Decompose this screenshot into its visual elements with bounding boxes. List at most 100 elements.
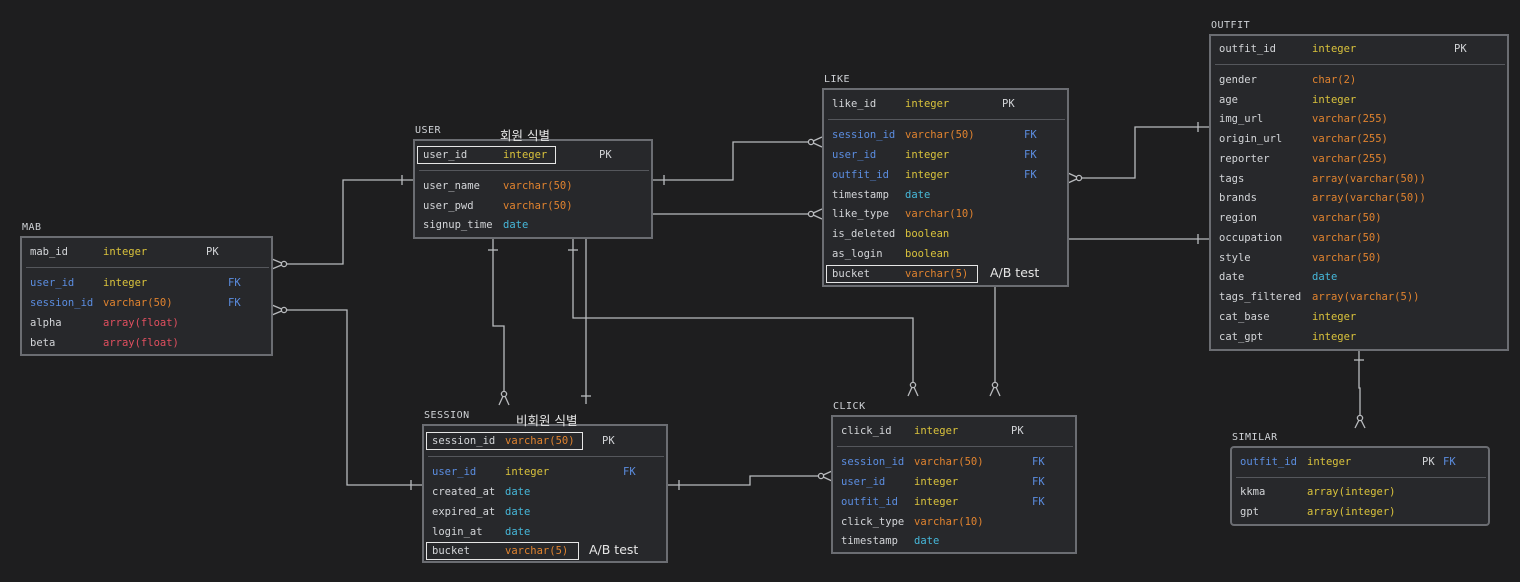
column-type: array(float) [103,337,179,349]
column-name: style [1219,252,1251,264]
column-type: varchar(50) [914,456,984,468]
column-name: user_id [432,466,477,478]
column-name: origin_url [1219,133,1283,145]
table-title: MAB [22,222,42,233]
column-name: gender [1219,74,1257,86]
table-body: outfit_id integer PK FK kkma array(integ… [1230,446,1490,526]
column-name: beta [30,337,56,349]
column-type: varchar(255) [1312,133,1388,145]
column-name: signup_time [423,219,493,231]
key-badge: FK [1032,456,1045,468]
column-name: session_id [832,129,896,141]
divider [828,119,1065,120]
key-badge: FK [228,277,241,289]
column-name: region [1219,212,1257,224]
column-name: timestamp [841,535,898,547]
column-name: age [1219,94,1238,106]
column-type: char(2) [1312,74,1357,86]
column-name: cat_gpt [1219,331,1264,343]
column-type: varchar(50) [1312,252,1382,264]
column-name: user_name [423,180,480,192]
column-name: date [1219,271,1245,283]
table-title: LIKE [824,74,851,85]
divider [26,267,269,268]
column-type: integer [505,466,550,478]
note-non-member: 비회원 식별 [516,413,578,428]
column-type: array(varchar(50)) [1312,192,1426,204]
key-badge: PK [599,149,612,161]
column-name: reporter [1219,153,1270,165]
column-name: outfit_id [1219,43,1276,55]
column-name: img_url [1219,113,1264,125]
column-type: date [905,189,931,201]
column-name: bucket [432,545,470,557]
column-name: brands [1219,192,1257,204]
table-body: session_id varchar(50) PK user_id intege… [422,424,668,563]
column-name: timestamp [832,189,889,201]
column-name: created_at [432,486,496,498]
column-type: varchar(255) [1312,153,1388,165]
key-badge: PK [1002,98,1015,110]
column-type: date [505,526,531,538]
column-name: user_id [423,149,468,161]
key-badge: FK [228,297,241,309]
column-type: array(varchar(50)) [1312,173,1426,185]
column-type: date [505,486,531,498]
key-badge: PK [602,435,615,447]
column-name: click_type [841,516,905,528]
table-body: user_id integer PK user_name varchar(50)… [413,139,653,239]
key-badge: FK [1032,496,1045,508]
key-badge: FK [1024,129,1037,141]
table-title: SIMILAR [1232,432,1278,443]
key-badge: FK [1024,149,1037,161]
table-body: mab_id integer PK user_id integer FK ses… [20,236,273,356]
column-type: varchar(50) [1312,232,1382,244]
column-name: alpha [30,317,62,329]
divider [1236,477,1486,478]
column-type: integer [905,169,950,181]
column-type: array(integer) [1307,506,1396,518]
column-type: date [505,506,531,518]
table-title: OUTFIT [1211,20,1251,31]
column-type: varchar(5) [505,545,569,557]
column-type: integer [905,98,950,110]
column-name: user_id [832,149,877,161]
column-name: like_id [832,98,877,110]
column-name: user_pwd [423,200,474,212]
column-type: integer [914,496,959,508]
note-ab-test: A/B test [589,542,639,557]
key-badge: FK [623,466,636,478]
column-name: is_deleted [832,228,896,240]
note-member: 회원 식별 [500,128,550,143]
column-type: varchar(50) [103,297,173,309]
column-type: varchar(50) [905,129,975,141]
column-type: array(float) [103,317,179,329]
column-name: user_id [30,277,75,289]
column-type: integer [1307,456,1352,468]
column-name: gpt [1240,506,1259,518]
column-name: as_login [832,248,883,260]
column-type: varchar(5) [905,268,969,280]
column-type: integer [1312,43,1357,55]
key-badge: PK [1454,43,1467,55]
column-type: varchar(10) [914,516,984,528]
column-name: tags [1219,173,1245,185]
column-type: integer [914,476,959,488]
table-title: SESSION [424,410,470,421]
column-name: tags_filtered [1219,291,1302,303]
column-type: varchar(50) [503,180,573,192]
column-name: session_id [30,297,94,309]
column-type: varchar(50) [503,200,573,212]
column-name: click_id [841,425,892,437]
column-type: array(varchar(5)) [1312,291,1420,303]
column-type: integer [905,149,950,161]
column-name: mab_id [30,246,68,258]
key-badge: PK [206,246,219,258]
column-type: boolean [905,248,950,260]
key-badge: FK [1032,476,1045,488]
column-name: cat_base [1219,311,1270,323]
column-name: occupation [1219,232,1283,244]
column-type: varchar(10) [905,208,975,220]
note-ab-test: A/B test [990,265,1040,280]
column-type: integer [914,425,959,437]
